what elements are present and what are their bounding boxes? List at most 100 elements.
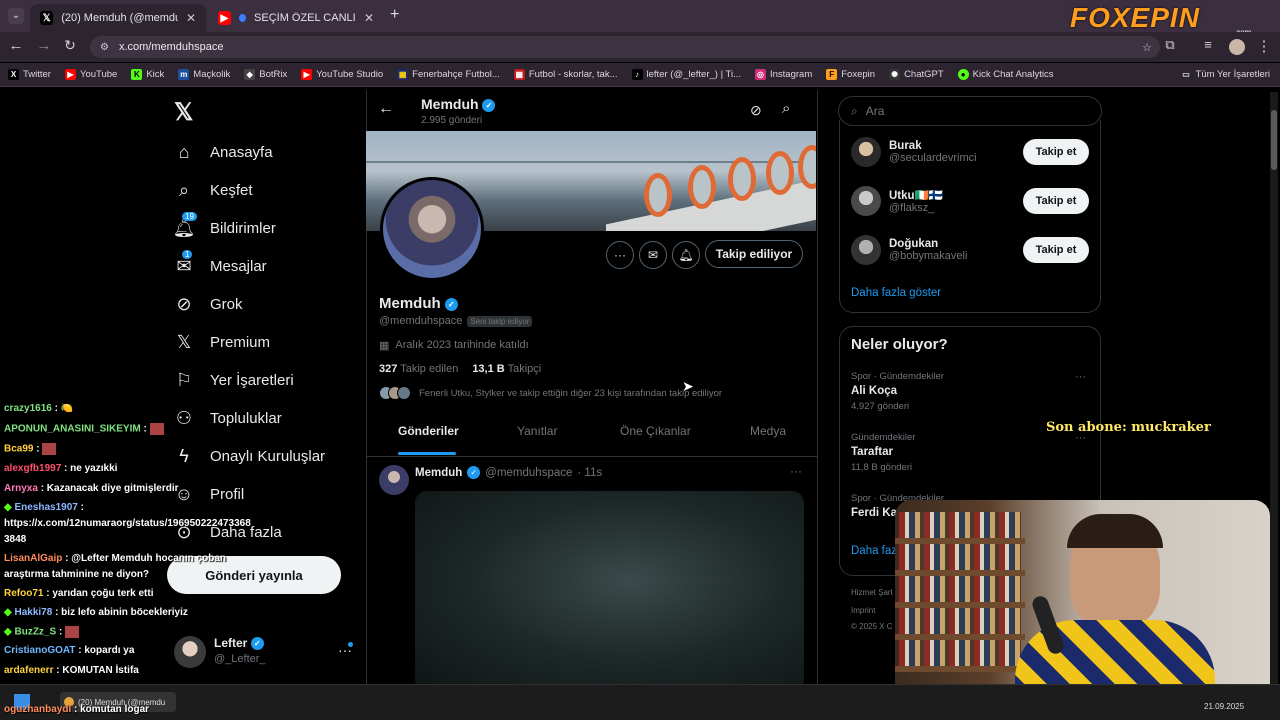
bookmark-botrix[interactable]: ◆ BotRix xyxy=(244,69,287,80)
flashscore-icon: ▦ xyxy=(513,69,525,80)
account-name[interactable]: Lefter ✓ xyxy=(214,636,264,651)
suggestion-burak[interactable]: Burak @seculardevrimci xyxy=(851,137,977,167)
subscriber-badge-icon: ◆ xyxy=(4,607,12,618)
new-tab-icon[interactable]: + xyxy=(390,6,399,24)
footer-link[interactable]: Hizmet Şart xyxy=(851,588,893,597)
followed-by-row[interactable]: Fenerli Utku, Stylker ve takip ettiğin d… xyxy=(379,386,722,400)
follows-you-badge: Seni takip ediyor xyxy=(467,315,533,327)
chat-message: ◆ Eneshas1907 : xyxy=(4,502,84,513)
bookmarks-bar: X Twitter ▶ YouTube K Kick m Maçkolik ◆ BotRi… xyxy=(0,63,1280,87)
bookmark-futbol[interactable]: ▦ Futbol - skorlar, tak... xyxy=(513,69,618,80)
show-more-link[interactable]: Daha fazla göster xyxy=(851,287,941,299)
foxepin-icon: F xyxy=(826,69,838,80)
home-icon: ⌂ xyxy=(178,142,190,162)
bookmark-youtube[interactable]: ▶ YouTube xyxy=(64,69,117,80)
nav-kesfet[interactable]: ⌕ Keşfet xyxy=(172,180,253,201)
message-icon[interactable]: ✉ xyxy=(639,241,667,269)
chat-message: ◆ BuzZz_S : xyxy=(4,626,80,638)
tab-search-icon[interactable]: ⌄ xyxy=(8,8,24,24)
suggestion-utku[interactable]: Utku🇮🇪🇫🇮 @flaksz_ xyxy=(851,186,943,216)
post-avatar[interactable] xyxy=(379,465,409,495)
site-info-icon[interactable]: ⚙ xyxy=(100,42,109,53)
url-text: x.com/memduhspace xyxy=(118,41,224,53)
chat-message: CristianoGOAT : kopardı ya xyxy=(4,645,135,656)
x-logo-icon: 𝕏 xyxy=(40,11,54,25)
notify-icon[interactable]: 🔔︎ xyxy=(672,241,700,269)
bookmark-kick-chat-analytics[interactable]: ● Kick Chat Analytics xyxy=(957,69,1053,80)
tab-memduh[interactable]: 𝕏 (20) Memduh (@memduhspace ✕ xyxy=(30,4,206,32)
menu-icon[interactable]: ⋮ xyxy=(1254,37,1274,55)
bookmark-youtube-studio[interactable]: ▶ YouTube Studio xyxy=(301,69,383,80)
post-media-video[interactable] xyxy=(415,491,804,691)
follow-button[interactable]: Takip et xyxy=(1023,237,1089,263)
suggestion-dogukan[interactable]: Doğukan @bobymakaveli xyxy=(851,235,967,265)
tab-one-cikanlar[interactable]: Öne Çıkanlar xyxy=(620,424,691,438)
followers-count-link[interactable]: 13,1 B Takipçi xyxy=(472,363,541,375)
nav-profil[interactable]: ☺ Profil xyxy=(172,484,244,505)
extensions-icon[interactable]: ⧉ xyxy=(1160,37,1180,53)
account-handle: @_Lefter_ xyxy=(214,653,266,665)
account-avatar[interactable] xyxy=(174,636,206,668)
bookmark-chatgpt[interactable]: ✺ ChatGPT xyxy=(889,69,944,80)
follow-button[interactable]: Takip et xyxy=(1023,188,1089,214)
nav-grok[interactable]: ⊘ Grok xyxy=(172,294,242,315)
bookmark-instagram[interactable]: ◎ Instagram xyxy=(755,69,812,80)
post-more-icon[interactable]: ··· xyxy=(790,464,802,478)
tab-gonderiler[interactable]: Gönderiler xyxy=(398,424,459,438)
bookmark-all[interactable]: ▭ Tüm Yer İşaretleri xyxy=(1181,69,1270,80)
post-count: 2.995 gönderi xyxy=(421,115,483,126)
chat-message: araştırma tahminine ne diyon? xyxy=(4,569,150,580)
bookmark-mackolik[interactable]: m Maçkolik xyxy=(178,69,230,80)
nav-bildirimler[interactable]: 🔔︎ 19 Bildirimler xyxy=(172,212,276,239)
close-tab-icon[interactable]: ✕ xyxy=(186,11,196,25)
media-control-icon[interactable]: ≡ xyxy=(1198,37,1218,52)
bookmark-foxepin[interactable]: F Foxepin xyxy=(826,69,875,80)
x-home-logo-icon[interactable]: 𝕏 xyxy=(174,98,193,127)
bookmark-lefter-tiktok[interactable]: ♪ lefter (@_lefter_) | Ti... xyxy=(631,69,741,80)
nav-anasayfa[interactable]: ⌂ Anasayfa xyxy=(172,142,273,163)
bookmark-kick[interactable]: K Kick xyxy=(131,69,164,80)
bookmark-fenerbahce[interactable]: ▦ Fenerbahçe Futbol... xyxy=(397,69,500,80)
nav-mesajlar[interactable]: ✉ 1 Mesajlar xyxy=(172,250,267,277)
nav-yer-isaretleri[interactable]: ⚐ Yer İşaretleri xyxy=(172,370,294,391)
tab-yanitlar[interactable]: Yanıtlar xyxy=(517,424,557,438)
address-bar[interactable]: ⚙ x.com/memduhspace ☆ xyxy=(90,36,1160,58)
page-scrollbar[interactable] xyxy=(1270,92,1278,684)
profile-name: Memduh ✓ xyxy=(379,295,458,312)
profile-avatar[interactable] xyxy=(380,177,484,281)
foxepin-logo: FOXEPIN xyxy=(1070,2,1200,33)
trend-item[interactable]: Spor · Gündemdekiler Ali Koça 4.927 gönd… xyxy=(851,371,944,412)
chat-message: oguzhanbaydi : komutan logar xyxy=(4,704,150,715)
folder-icon: ▭ xyxy=(1182,70,1190,79)
youtube-icon: ▶ xyxy=(64,69,76,80)
chat-message: APONUN_ANASINI_SIKEYIM : xyxy=(4,423,164,435)
profile-search-icon[interactable]: ⌕ xyxy=(782,100,790,117)
profile-avatar[interactable] xyxy=(1229,39,1245,55)
grok-analyze-icon[interactable]: ⊘ xyxy=(750,102,762,119)
following-button[interactable]: Takip ediliyor xyxy=(705,240,803,268)
trend-item[interactable]: Gündemdekiler Taraftar 11,8 B gönderi xyxy=(851,432,915,473)
bookmark-twitter[interactable]: X Twitter xyxy=(8,69,51,80)
back-icon[interactable]: ← xyxy=(6,37,26,54)
nav-onayli-kuruluslar[interactable]: ϟ Onaylı Kuruluşlar xyxy=(172,446,325,467)
scrollbar-thumb[interactable] xyxy=(1271,110,1277,170)
more-options-icon[interactable]: ··· xyxy=(606,241,634,269)
reload-icon[interactable]: ↻ xyxy=(60,37,80,54)
follow-button[interactable]: Takip et xyxy=(1023,139,1089,165)
chat-message: Refoo71 : yarıdan çoğu terk etti xyxy=(4,588,154,599)
tab-secim[interactable]: ▶ SEÇİM ÖZEL CANLI | Kulübü ✕ xyxy=(208,4,384,32)
close-tab-icon[interactable]: ✕ xyxy=(364,11,374,25)
nav-topluluklar[interactable]: ⚇ Topluluklar xyxy=(172,408,282,429)
tab-medya[interactable]: Medya xyxy=(750,424,786,438)
nav-premium[interactable]: 𝕏 Premium xyxy=(172,332,270,353)
chat-message: alexgfb1997 : ne yazıkki xyxy=(4,463,118,474)
suggestion-avatar xyxy=(851,235,881,265)
following-count-link[interactable]: 327 Takip edilen xyxy=(379,363,458,375)
footer-link[interactable]: Imprint xyxy=(851,606,875,615)
trend-more-icon[interactable]: ··· xyxy=(1075,371,1086,383)
back-arrow-icon[interactable]: ← xyxy=(378,100,394,118)
search-icon: ⌕ xyxy=(178,180,190,200)
emote-icon xyxy=(42,443,57,455)
forward-icon[interactable]: → xyxy=(34,37,54,54)
bookmark-star-icon[interactable]: ☆ xyxy=(1142,41,1152,54)
